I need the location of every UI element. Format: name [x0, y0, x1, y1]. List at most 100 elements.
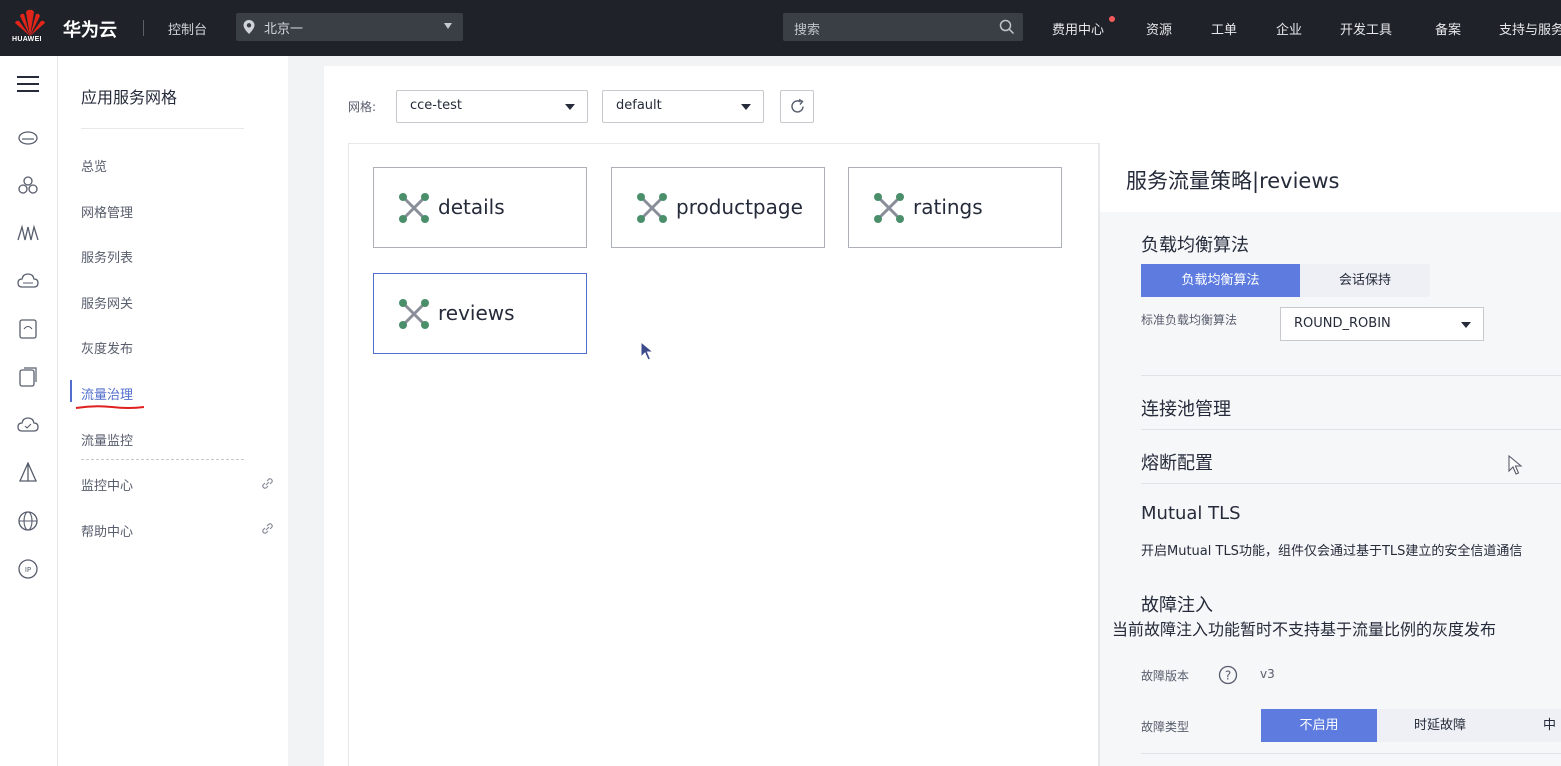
- subnav-item-help-center[interactable]: 帮助中心: [81, 521, 133, 540]
- nav-filing[interactable]: 备案: [1435, 19, 1461, 38]
- algorithm-select[interactable]: ROUND_ROBIN: [1280, 307, 1484, 341]
- region-label: 北京一: [264, 22, 304, 37]
- cloud-server-icon[interactable]: [17, 126, 39, 148]
- service-card-reviews[interactable]: reviews: [373, 273, 587, 354]
- location-pin-icon: [243, 20, 255, 34]
- cloud-storage-icon[interactable]: [17, 270, 39, 292]
- mesh-label: 网格:: [348, 100, 377, 114]
- registry-icon[interactable]: [17, 366, 39, 388]
- namespace-select[interactable]: default: [602, 90, 764, 123]
- graph-icon[interactable]: [17, 222, 39, 244]
- service-name: details: [438, 195, 505, 219]
- cloud-monitor-icon[interactable]: [17, 414, 39, 436]
- service-card-details[interactable]: details: [373, 167, 587, 248]
- subnav-item-traffic-monitoring[interactable]: 流量监控: [81, 430, 133, 449]
- refresh-button[interactable]: [780, 90, 814, 123]
- lb-section-title: 负载均衡算法: [1141, 235, 1249, 256]
- service-title: 应用服务网格: [81, 88, 178, 107]
- cluster-icon[interactable]: [17, 174, 39, 196]
- fault-injection-title: 故障注入: [1141, 595, 1213, 616]
- mouse-cursor-icon: [640, 341, 655, 361]
- logo-text: HUAWEI: [12, 36, 42, 43]
- divider: [1141, 753, 1561, 754]
- external-link-icon[interactable]: [261, 477, 274, 490]
- circuit-breaker-title[interactable]: 熔断配置: [1141, 449, 1213, 475]
- mtls-title: Mutual TLS: [1141, 503, 1241, 524]
- fault-version-label: 故障版本: [1141, 669, 1190, 683]
- container-icon[interactable]: [17, 318, 39, 340]
- console-link[interactable]: 控制台: [168, 19, 207, 38]
- nav-resources[interactable]: 资源: [1146, 19, 1172, 38]
- subnav-item-mesh-management[interactable]: 网格管理: [81, 202, 133, 221]
- chevron-down-icon: [565, 104, 575, 110]
- chevron-down-icon: [444, 23, 452, 29]
- ip-icon[interactable]: IP: [17, 558, 39, 580]
- algorithm-label: 标准负载均衡算法: [1141, 313, 1238, 327]
- brand-name[interactable]: 华为云: [63, 16, 117, 42]
- mesh-icon[interactable]: [17, 462, 39, 484]
- red-underline-annotation: [75, 405, 145, 409]
- search-placeholder: 搜索: [794, 23, 821, 38]
- service-icon-rail: IP: [0, 56, 58, 766]
- service-name: reviews: [438, 301, 515, 325]
- subnav-item-monitor-center[interactable]: 监控中心: [81, 475, 133, 494]
- service-card-productpage[interactable]: productpage: [611, 167, 825, 248]
- menu-icon[interactable]: [17, 73, 39, 95]
- fault-injection-description: 当前故障注入功能暂时不支持基于流量比例的灰度发布: [1112, 620, 1497, 639]
- divider: [1141, 375, 1561, 376]
- subnav-item-traffic-governance[interactable]: 流量治理: [81, 384, 133, 403]
- connection-pool-title[interactable]: 连接池管理: [1141, 395, 1231, 421]
- search-icon[interactable]: [999, 19, 1015, 35]
- service-card-ratings[interactable]: ratings: [848, 167, 1062, 248]
- chevron-down-icon: [1461, 322, 1471, 328]
- subnav-item-service-list[interactable]: 服务列表: [81, 247, 133, 266]
- service-name: productpage: [676, 195, 803, 219]
- notification-dot: [1109, 16, 1115, 22]
- chevron-down-icon: [741, 104, 751, 110]
- divider: [1141, 429, 1561, 430]
- fault-type-delay[interactable]: 时延故障: [1377, 709, 1503, 742]
- subnav-item-overview[interactable]: 总览: [81, 156, 107, 175]
- globe-icon[interactable]: [17, 510, 39, 532]
- active-indicator: [70, 380, 72, 402]
- dashed-divider: [81, 459, 244, 460]
- region-selector[interactable]: 北京一: [236, 13, 463, 41]
- tab-load-balancing[interactable]: 负载均衡算法: [1141, 264, 1300, 297]
- namespace-select-value: default: [616, 98, 662, 113]
- fault-type-label: 故障类型: [1141, 720, 1190, 734]
- svg-text:IP: IP: [25, 566, 31, 574]
- nav-billing[interactable]: 费用中心: [1052, 19, 1104, 38]
- divider: [143, 20, 144, 36]
- nav-support[interactable]: 支持与服务: [1499, 19, 1561, 38]
- help-icon[interactable]: ?: [1218, 665, 1238, 685]
- mesh-select-value: cce-test: [410, 98, 462, 113]
- global-search[interactable]: 搜索: [783, 13, 1023, 41]
- service-node-icon: [399, 193, 429, 223]
- subnav-item-service-gateway[interactable]: 服务网关: [81, 293, 133, 312]
- top-navigation-bar: HUAWEI 华为云 控制台 北京一 搜索 费用中心 资源 工单 企业 开发工具…: [0, 0, 1561, 56]
- service-name: ratings: [913, 195, 983, 219]
- service-node-icon: [874, 193, 904, 223]
- external-link-icon[interactable]: [261, 522, 274, 535]
- divider: [81, 128, 244, 129]
- asm-sub-navigation: 应用服务网格 总览 网格管理 服务列表 服务网关 灰度发布 流量治理 流量监控 …: [58, 56, 288, 766]
- traffic-policy-panel: 服务流量策略|reviews 负载均衡算法 负载均衡算法 会话保持 标准负载均衡…: [1099, 143, 1561, 766]
- divider: [1141, 483, 1561, 484]
- mouse-cursor-icon: [1508, 455, 1523, 475]
- algorithm-select-value: ROUND_ROBIN: [1294, 316, 1391, 331]
- nav-dev-tools[interactable]: 开发工具: [1340, 19, 1392, 38]
- subnav-item-gray-release[interactable]: 灰度发布: [81, 338, 133, 357]
- nav-tickets[interactable]: 工单: [1211, 19, 1237, 38]
- nav-enterprise[interactable]: 企业: [1276, 19, 1302, 38]
- panel-title: 服务流量策略|reviews: [1126, 169, 1340, 193]
- refresh-icon: [791, 98, 804, 113]
- mesh-select[interactable]: cce-test: [396, 90, 588, 123]
- service-node-icon: [399, 299, 429, 329]
- mtls-description: 开启Mutual TLS功能，组件仅会通过基于TLS建立的安全信道通信: [1141, 544, 1523, 559]
- fault-type-disabled[interactable]: 不启用: [1261, 709, 1377, 742]
- svg-text:?: ?: [1225, 669, 1231, 683]
- service-node-icon: [637, 193, 667, 223]
- fault-type-abort[interactable]: 中断故障: [1503, 709, 1561, 742]
- panel-header: 服务流量策略|reviews: [1100, 143, 1561, 212]
- tab-session-affinity[interactable]: 会话保持: [1300, 264, 1430, 297]
